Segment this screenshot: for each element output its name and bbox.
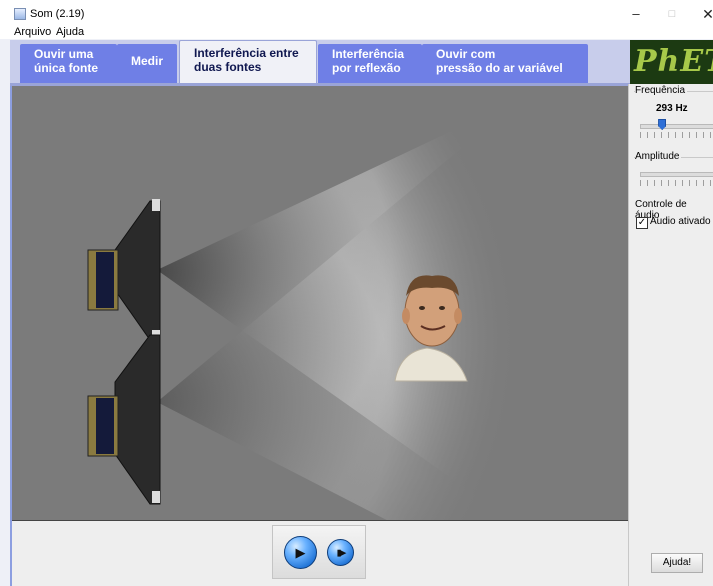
wave-field	[87, 86, 628, 520]
wave-pattern	[157, 86, 628, 520]
play-button[interactable]: ▶	[284, 536, 317, 569]
tab-label-line1: Interferência entre	[194, 46, 299, 60]
title-bar: Som (2.19) – □ ✕	[0, 0, 713, 24]
audio-enabled-checkbox[interactable]: ✓	[636, 217, 648, 229]
amplitude-label: Amplitude	[635, 151, 682, 162]
help-button[interactable]: Ajuda!	[651, 553, 703, 573]
close-icon[interactable]: ✕	[698, 5, 713, 23]
minimize-icon[interactable]: –	[626, 5, 646, 23]
menu-ajuda[interactable]: Ajuda	[56, 26, 84, 38]
tab-variable-pressure[interactable]: Ouvir com pressão do ar variável	[422, 44, 588, 84]
simulation-canvas[interactable]	[12, 86, 629, 521]
play-icon: ▶	[295, 544, 306, 560]
tab-two-source-interference[interactable]: Interferência entre duas fontes	[179, 40, 317, 84]
tab-measure[interactable]: Medir	[117, 44, 177, 84]
tab-label-line2: pressão do ar variável	[436, 61, 563, 75]
menu-arquivo[interactable]: Arquivo	[14, 26, 51, 38]
step-icon: ▮▶	[336, 547, 347, 557]
frequency-slider-ticks	[640, 132, 713, 138]
audio-enabled-label: Áudio ativado	[650, 216, 711, 227]
tab-label-line2: duas fontes	[194, 60, 262, 74]
step-button[interactable]: ▮▶	[327, 539, 354, 566]
window-title: Som (2.19)	[30, 8, 85, 20]
phet-logo-text: PhET	[634, 44, 713, 79]
tab-label-line1: Ouvir com	[436, 47, 496, 61]
frequency-label: Frequência	[635, 85, 688, 96]
maximize-icon[interactable]: □	[662, 5, 682, 23]
amplitude-slider-ticks	[640, 180, 713, 186]
menu-bar: Arquivo Ajuda	[0, 24, 713, 39]
tab-label-line2: única fonte	[34, 61, 99, 75]
amplitude-slider[interactable]	[640, 172, 713, 177]
tab-label-line1: Medir	[131, 54, 164, 68]
speaker-bottom	[87, 334, 161, 505]
tab-label-line1: Interferência	[332, 47, 405, 61]
speaker-top	[87, 199, 161, 342]
tab-label-line1: Ouvir uma	[34, 47, 94, 61]
java-app-icon	[14, 8, 26, 20]
phet-logo: PhET	[630, 40, 713, 84]
frequency-value: 293 Hz	[656, 103, 688, 114]
frequency-slider[interactable]	[640, 124, 713, 129]
tab-label-line2: por reflexão	[332, 61, 401, 75]
tab-reflection-interference[interactable]: Interferência por reflexão	[318, 44, 422, 84]
tab-single-source[interactable]: Ouvir uma única fonte	[20, 44, 117, 84]
